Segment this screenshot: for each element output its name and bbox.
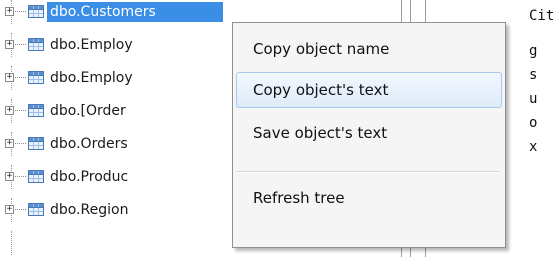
- code-line: u: [529, 91, 538, 107]
- expand-plus-icon[interactable]: +: [5, 172, 14, 181]
- menu-item-refresh-tree[interactable]: Refresh tree: [236, 180, 502, 216]
- tree-node-order-details[interactable]: + dbo.[Order: [0, 99, 232, 123]
- tree-connector-dots: [15, 44, 26, 45]
- table-icon: [28, 203, 44, 216]
- code-line: g: [529, 43, 538, 59]
- tree-node-label[interactable]: dbo.Produc: [47, 167, 131, 187]
- table-icon: [28, 38, 44, 51]
- code-line: Cit: [529, 8, 555, 24]
- expand-plus-icon[interactable]: +: [5, 40, 14, 49]
- menu-item-save-object-text[interactable]: Save object's text: [236, 115, 502, 151]
- object-tree[interactable]: + dbo.Customers + dbo.Employ + dbo.Emplo…: [0, 0, 232, 257]
- tree-node-label[interactable]: dbo.Orders: [47, 134, 131, 154]
- context-menu[interactable]: Copy object name Copy object's text Save…: [232, 22, 506, 248]
- tree-node-employee-territories[interactable]: + dbo.Employ: [0, 66, 232, 90]
- code-line: o: [529, 115, 538, 131]
- tree-connector-dots: [15, 176, 26, 177]
- tree-connector-dots: [15, 209, 26, 210]
- tree-node-employees[interactable]: + dbo.Employ: [0, 33, 232, 57]
- expand-plus-icon[interactable]: +: [5, 73, 14, 82]
- menu-separator: [237, 171, 499, 173]
- expand-plus-icon[interactable]: +: [5, 139, 14, 148]
- table-icon: [28, 71, 44, 84]
- expand-plus-icon[interactable]: +: [5, 7, 14, 16]
- tree-connector-dots: [15, 143, 26, 144]
- tree-node-products[interactable]: + dbo.Produc: [0, 165, 232, 189]
- code-text-area[interactable]: Cit g s u o x: [526, 0, 560, 257]
- tree-connector-dots: [15, 11, 26, 12]
- expand-plus-icon[interactable]: +: [5, 106, 14, 115]
- table-icon: [28, 104, 44, 117]
- tree-node-label[interactable]: dbo.Region: [47, 200, 131, 220]
- tree-node-customers[interactable]: + dbo.Customers: [0, 0, 232, 24]
- tree-connector-dots: [15, 110, 26, 111]
- code-line: s: [529, 67, 538, 83]
- tree-node-region[interactable]: + dbo.Region: [0, 198, 232, 222]
- tree-connector-line: [11, 231, 12, 255]
- code-line: x: [529, 139, 538, 155]
- menu-item-copy-object-name[interactable]: Copy object name: [236, 31, 502, 67]
- menu-item-copy-object-text[interactable]: Copy object's text: [236, 72, 502, 108]
- expand-plus-icon[interactable]: +: [5, 205, 14, 214]
- tree-node-label[interactable]: dbo.[Order: [47, 101, 129, 121]
- table-icon: [28, 170, 44, 183]
- tree-node-label[interactable]: dbo.Employ: [47, 35, 136, 55]
- tree-node-orders[interactable]: + dbo.Orders: [0, 132, 232, 156]
- tree-node-label[interactable]: dbo.Employ: [47, 68, 136, 88]
- tree-continuation: [0, 231, 232, 255]
- tree-node-label[interactable]: dbo.Customers: [47, 2, 223, 22]
- table-icon: [28, 137, 44, 150]
- tree-connector-dots: [15, 77, 26, 78]
- table-icon: [28, 5, 44, 18]
